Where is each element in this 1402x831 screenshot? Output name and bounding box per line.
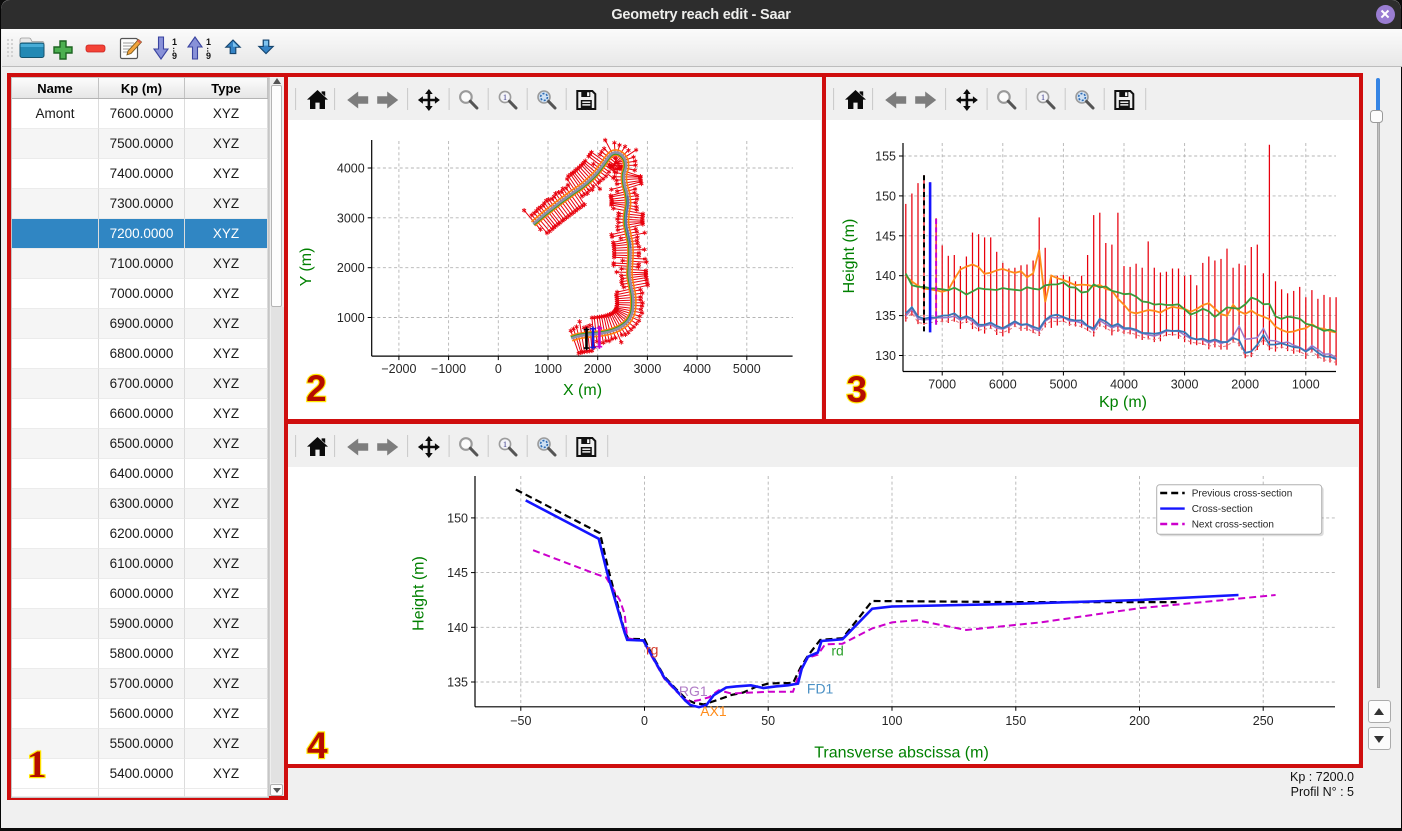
svg-text:150: 150 <box>875 189 896 203</box>
svg-text:3000: 3000 <box>1170 378 1198 392</box>
svg-text:140: 140 <box>447 620 468 634</box>
svg-text:rd: rd <box>831 642 843 658</box>
svg-text:Kp (m): Kp (m) <box>1099 394 1147 411</box>
svg-text:0: 0 <box>641 713 648 727</box>
svg-text:Previous cross-section: Previous cross-section <box>1192 488 1293 499</box>
svg-text:−1000: −1000 <box>431 362 466 376</box>
svg-text:Y (m): Y (m) <box>298 248 315 287</box>
svg-text:135: 135 <box>447 675 468 689</box>
svg-text:135: 135 <box>875 309 896 323</box>
svg-text:4000: 4000 <box>683 362 711 376</box>
svg-text:1000: 1000 <box>1291 378 1319 392</box>
svg-text:130: 130 <box>875 349 896 363</box>
svg-text:3000: 3000 <box>337 211 365 225</box>
svg-text:50: 50 <box>761 713 775 727</box>
svg-text:150: 150 <box>1005 713 1026 727</box>
svg-text:1: 1 <box>172 37 177 47</box>
svg-text:Next cross-section: Next cross-section <box>1192 519 1274 530</box>
svg-text:1: 1 <box>206 37 211 47</box>
svg-text:5000: 5000 <box>733 362 761 376</box>
svg-text:100: 100 <box>882 713 903 727</box>
svg-text:Height (m): Height (m) <box>411 556 428 631</box>
svg-text:4000: 4000 <box>337 162 365 176</box>
svg-text:155: 155 <box>875 150 896 164</box>
svg-text:4000: 4000 <box>1110 378 1138 392</box>
svg-text:1000: 1000 <box>534 362 562 376</box>
svg-text:X (m): X (m) <box>563 382 602 399</box>
svg-text:Height (m): Height (m) <box>841 219 858 294</box>
svg-text:−2000: −2000 <box>381 362 416 376</box>
svg-text:2000: 2000 <box>584 362 612 376</box>
svg-text:3000: 3000 <box>633 362 661 376</box>
svg-text:AX1: AX1 <box>700 702 727 718</box>
svg-text:−50: −50 <box>510 713 531 727</box>
svg-text:2000: 2000 <box>337 261 365 275</box>
svg-text:6000: 6000 <box>988 378 1016 392</box>
svg-text:RG1: RG1 <box>679 683 708 699</box>
svg-text:2000: 2000 <box>1231 378 1259 392</box>
svg-text:145: 145 <box>875 229 896 243</box>
svg-text:200: 200 <box>1129 713 1150 727</box>
svg-text:5000: 5000 <box>1049 378 1077 392</box>
svg-text:0: 0 <box>495 362 502 376</box>
svg-text:9: 9 <box>172 51 177 61</box>
svg-text:145: 145 <box>447 566 468 580</box>
svg-text:9: 9 <box>206 51 211 61</box>
svg-text:250: 250 <box>1253 713 1274 727</box>
svg-text:Transverse abscissa (m): Transverse abscissa (m) <box>814 744 989 761</box>
svg-text:7000: 7000 <box>928 378 956 392</box>
svg-text:150: 150 <box>447 511 468 525</box>
svg-text:1000: 1000 <box>337 311 365 325</box>
svg-text:FD1: FD1 <box>807 680 834 696</box>
svg-text:rg: rg <box>646 641 658 657</box>
svg-text:Cross-section: Cross-section <box>1192 504 1253 515</box>
svg-text:140: 140 <box>875 269 896 283</box>
